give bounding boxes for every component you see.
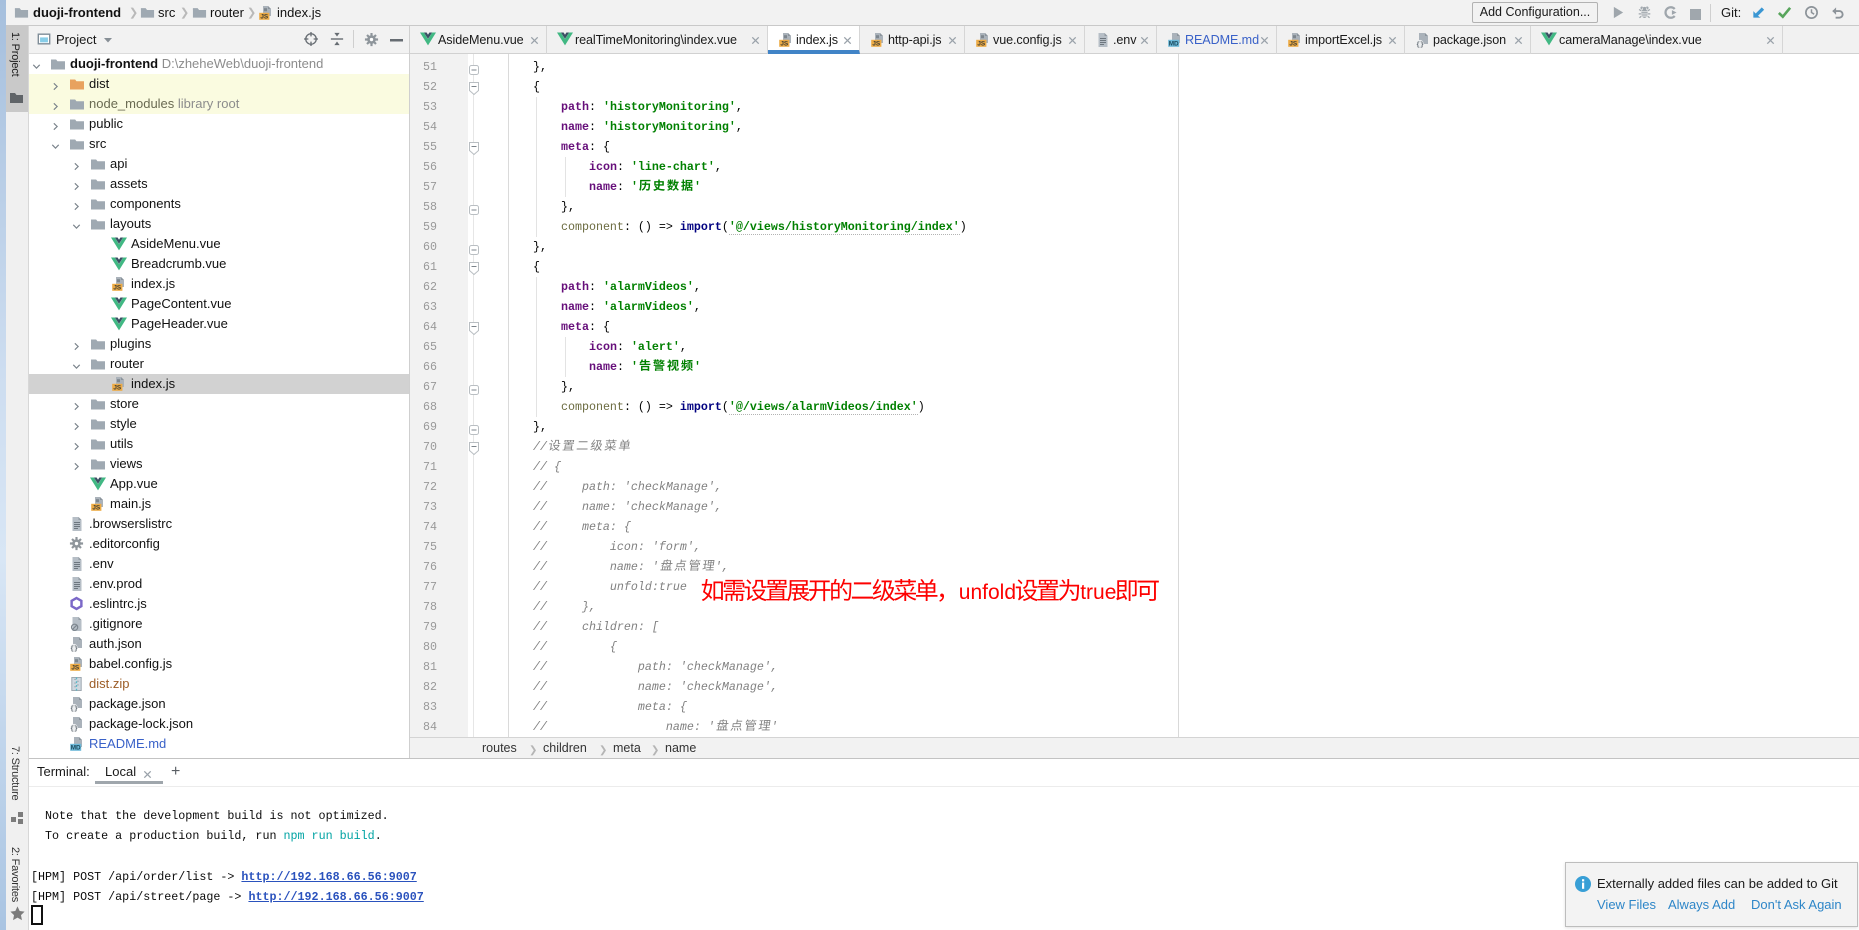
svg-text:{}: {}: [70, 725, 78, 732]
svg-text:JS: JS: [71, 665, 80, 672]
svg-text:JS: JS: [260, 14, 269, 21]
svg-text:JS: JS: [1289, 41, 1298, 48]
svg-text:JS: JS: [113, 285, 122, 292]
svg-text:JS: JS: [872, 41, 881, 48]
svg-text:JS: JS: [977, 41, 986, 48]
svg-text:MD: MD: [1169, 41, 1179, 48]
svg-text:JS: JS: [113, 385, 122, 392]
svg-text:JS: JS: [780, 41, 789, 48]
svg-text:JS: JS: [92, 505, 101, 512]
svg-text:{}: {}: [70, 705, 78, 712]
svg-text:{}: {}: [1416, 41, 1424, 48]
svg-text:MD: MD: [71, 745, 81, 752]
svg-text:{}: {}: [70, 645, 78, 652]
